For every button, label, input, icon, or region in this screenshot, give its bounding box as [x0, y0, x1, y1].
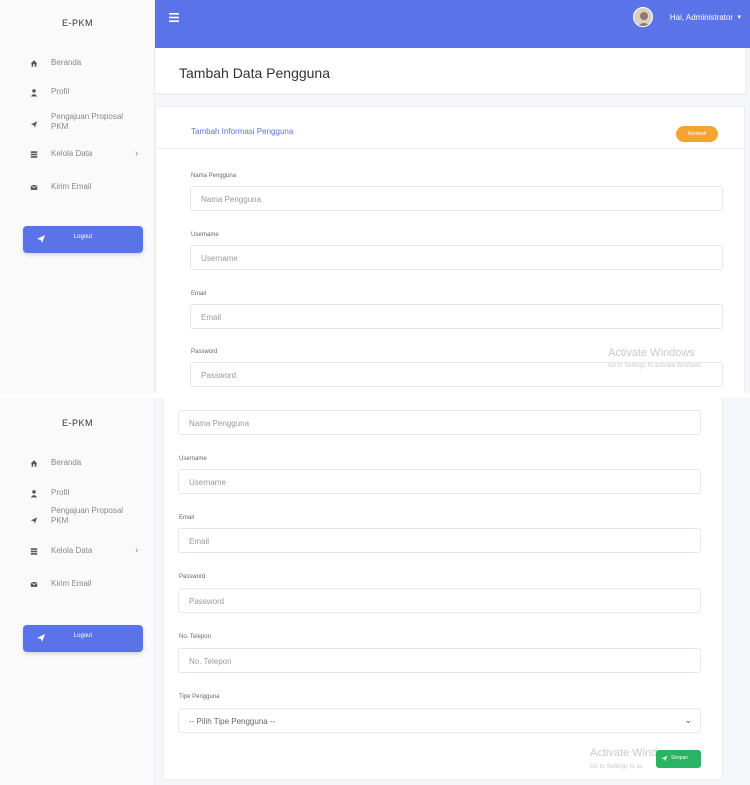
sidebar-item-label: Kelola Data — [51, 149, 93, 158]
card-title: Tambah Informasi Pengguna — [191, 127, 294, 136]
input-placeholder: Username — [201, 254, 238, 263]
save-label: Simpan — [671, 755, 688, 761]
input-placeholder: Email — [201, 313, 222, 322]
input-placeholder: Username — [189, 478, 226, 487]
sidebar-item-kelola-data[interactable]: Kelola Data › — [0, 143, 155, 167]
sidebar-item-label: Beranda — [51, 458, 82, 467]
sidebar-item-label: Kirim Email — [51, 182, 92, 191]
card-header: Tambah Informasi Pengguna Kembali — [156, 107, 744, 149]
home-icon — [30, 60, 38, 67]
email-input[interactable]: Email — [190, 304, 723, 329]
screenshot-top: E-PKM Beranda Profil Pengajuan Proposal … — [0, 0, 750, 393]
list-icon — [30, 548, 38, 555]
brand-logo: E-PKM — [61, 418, 93, 428]
list-icon — [30, 151, 38, 158]
sidebar-item-label: Pengajuan Proposal PKM — [51, 506, 124, 525]
sidebar-item-label: Profil — [51, 87, 70, 96]
sidebar: E-PKM Beranda Profil Pengajuan Proposal … — [0, 398, 155, 785]
password-label: Password — [179, 574, 206, 580]
nama-pengguna-label: Nama Pengguna — [191, 173, 237, 179]
password-label: Password — [191, 349, 218, 355]
sidebar-item-pengajuan-proposal[interactable]: Pengajuan Proposal PKM — [0, 502, 155, 538]
send-icon — [30, 121, 38, 128]
logout-button[interactable]: Logout — [23, 226, 143, 253]
sidebar: E-PKM Beranda Profil Pengajuan Proposal … — [0, 0, 155, 393]
chevron-down-icon: ⌄ — [684, 715, 692, 725]
input-placeholder: Password — [201, 371, 237, 380]
sidebar-item-label: Beranda — [51, 58, 82, 67]
brand-logo: E-PKM — [61, 18, 93, 28]
logout-button[interactable]: Logout — [23, 625, 143, 652]
sidebar-item-kirim-email[interactable]: Kirim Email — [0, 176, 155, 200]
user-icon — [30, 89, 38, 97]
topbar: Hai, Administrator ▾ — [155, 0, 750, 48]
back-button[interactable]: Kembali — [676, 126, 718, 142]
screenshot-bottom: E-PKM Beranda Profil Pengajuan Proposal … — [0, 398, 750, 785]
send-icon — [661, 755, 668, 762]
telepon-input[interactable]: No. Telepon — [178, 648, 701, 673]
telepon-label: No. Telepon — [179, 634, 211, 640]
sidebar-item-beranda[interactable]: Beranda — [0, 52, 155, 76]
sidebar-item-beranda[interactable]: Beranda — [0, 452, 155, 476]
password-input[interactable]: Password — [178, 588, 701, 613]
select-value: -- Pilih Tipe Pengguna -- — [189, 717, 276, 726]
email-input[interactable]: Email — [178, 528, 701, 553]
home-icon — [30, 460, 38, 467]
chevron-right-icon: › — [135, 148, 139, 159]
sidebar-item-label: Kelola Data — [51, 546, 93, 555]
tipe-pengguna-label: Tipe Pengguna — [179, 694, 220, 700]
activate-windows-title: Activate Wind — [590, 747, 658, 759]
username-label: Username — [179, 456, 207, 462]
sidebar-item-pengajuan-proposal[interactable]: Pengajuan Proposal PKM — [0, 108, 155, 144]
chevron-right-icon: › — [135, 545, 139, 556]
tipe-pengguna-select[interactable]: -- Pilih Tipe Pengguna -- ⌄ — [178, 708, 701, 733]
input-placeholder: Nama Pengguna — [201, 195, 262, 204]
email-label: Email — [191, 291, 207, 297]
activate-windows-title: Activate Windows — [608, 347, 695, 359]
activate-windows-subtitle: Go to Settings to activate Windows. — [608, 363, 703, 369]
user-greeting: Hai, Administrator — [669, 13, 733, 22]
sidebar-item-label: Kirim Email — [51, 579, 92, 588]
envelope-icon — [30, 184, 38, 190]
input-placeholder: No. Telepon — [189, 657, 232, 666]
sidebar-item-kirim-email[interactable]: Kirim Email — [0, 573, 155, 597]
nama-pengguna-input[interactable]: Nama Pengguna — [178, 410, 701, 435]
caret-down-icon: ▾ — [737, 14, 741, 21]
logout-label: Logout — [73, 633, 93, 639]
sidebar-item-label: Profil — [51, 488, 70, 497]
logout-label: Logout — [73, 234, 93, 240]
sidebar-item-profil[interactable]: Profil — [0, 81, 155, 105]
username-label: Username — [191, 232, 219, 238]
activate-windows-subtitle: Go to Settings to ac — [590, 764, 643, 770]
page-title: Tambah Data Pengguna — [179, 65, 330, 81]
hamburger-menu-icon[interactable] — [169, 13, 179, 22]
input-placeholder: Email — [189, 537, 210, 546]
avatar — [633, 7, 653, 27]
send-icon — [30, 517, 38, 524]
username-input[interactable]: Username — [190, 245, 723, 270]
envelope-icon — [30, 581, 38, 587]
input-placeholder: Password — [189, 597, 225, 606]
username-input[interactable]: Username — [178, 469, 701, 494]
input-placeholder: Nama Pengguna — [189, 419, 250, 428]
form-card: Nama Pengguna Username Username Email Em… — [163, 398, 723, 780]
sidebar-item-kelola-data[interactable]: Kelola Data › — [0, 540, 155, 564]
page-title-card: Tambah Data Pengguna — [155, 48, 745, 93]
user-icon — [30, 490, 38, 498]
sidebar-item-label: Pengajuan Proposal PKM — [51, 112, 124, 131]
nama-pengguna-input[interactable]: Nama Pengguna — [190, 186, 723, 211]
save-button[interactable]: Simpan — [656, 750, 701, 768]
user-menu[interactable]: Hai, Administrator ▾ — [621, 7, 741, 29]
email-label: Email — [179, 515, 195, 521]
